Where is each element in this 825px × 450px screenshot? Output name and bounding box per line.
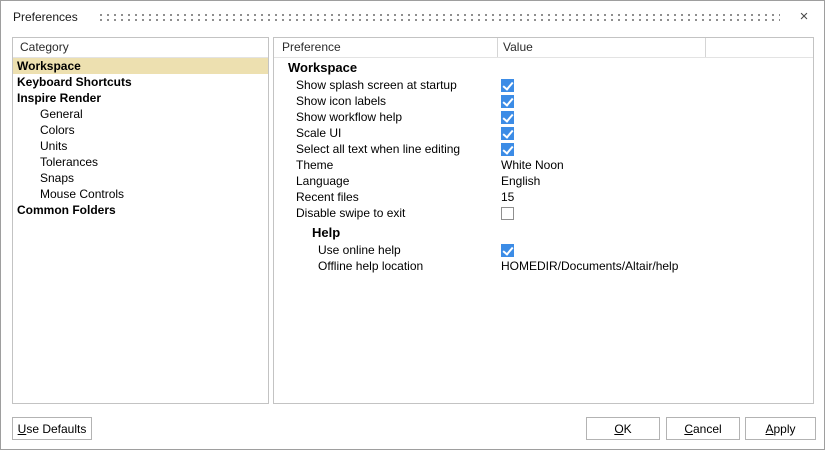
category-item-colors[interactable]: Colors: [13, 122, 268, 138]
category-item-keyboard-shortcuts[interactable]: Keyboard Shortcuts: [13, 74, 268, 90]
dialog-title: Preferences: [13, 10, 78, 24]
value-offline-help-location[interactable]: HOMEDIR/Documents/Altair/help: [501, 259, 678, 273]
value-language[interactable]: English: [501, 174, 540, 188]
cancel-button[interactable]: Cancel: [666, 417, 740, 440]
category-item-units[interactable]: Units: [13, 138, 268, 154]
title-bar[interactable]: Preferences ×: [1, 1, 824, 33]
pref-row-disable-swipe: Disable swipe to exit: [274, 205, 813, 221]
pref-row-offline-help-location: Offline help location HOMEDIR/Documents/…: [274, 258, 813, 274]
checkbox-show-splash-screen[interactable]: [501, 79, 514, 92]
pref-row-select-all-text: Select all text when line editing: [274, 141, 813, 157]
category-item-workspace[interactable]: Workspace: [13, 58, 268, 74]
pref-row-show-splash-screen: Show splash screen at startup: [274, 77, 813, 93]
checkbox-disable-swipe[interactable]: [501, 207, 514, 220]
category-item-mouse-controls[interactable]: Mouse Controls: [13, 186, 268, 202]
category-panel: Category Workspace Keyboard Shortcuts In…: [12, 37, 269, 404]
value-theme[interactable]: White Noon: [501, 158, 564, 172]
category-column-header: Category: [13, 38, 268, 58]
use-defaults-button[interactable]: Use Defaults: [12, 417, 92, 440]
category-item-general[interactable]: General: [13, 106, 268, 122]
section-header-help: Help: [274, 223, 813, 242]
empty-column-header: [705, 38, 813, 57]
category-item-common-folders[interactable]: Common Folders: [13, 202, 268, 218]
pref-row-theme: Theme White Noon: [274, 157, 813, 173]
close-icon[interactable]: ×: [796, 9, 812, 25]
checkbox-show-icon-labels[interactable]: [501, 95, 514, 108]
pref-row-use-online-help: Use online help: [274, 242, 813, 258]
pref-row-scale-ui: Scale UI: [274, 125, 813, 141]
section-header-workspace: Workspace: [274, 58, 813, 77]
pref-row-show-icon-labels: Show icon labels: [274, 93, 813, 109]
checkbox-select-all-text[interactable]: [501, 143, 514, 156]
category-item-inspire-render[interactable]: Inspire Render: [13, 90, 268, 106]
checkbox-use-online-help[interactable]: [501, 244, 514, 257]
pref-row-recent-files: Recent files 15: [274, 189, 813, 205]
value-column-header: Value: [497, 38, 705, 57]
checkbox-show-workflow-help[interactable]: [501, 111, 514, 124]
value-recent-files[interactable]: 15: [501, 190, 514, 204]
preferences-dialog: Preferences × Category Workspace Keyboar…: [0, 0, 825, 450]
preference-column-header: Preference: [274, 38, 497, 57]
ok-button[interactable]: OK: [586, 417, 660, 440]
checkbox-scale-ui[interactable]: [501, 127, 514, 140]
drag-handle-dots[interactable]: [100, 13, 780, 21]
pref-row-show-workflow-help: Show workflow help: [274, 109, 813, 125]
category-item-snaps[interactable]: Snaps: [13, 170, 268, 186]
preference-panel: Preference Value Workspace Show splash s…: [273, 37, 814, 404]
pref-row-language: Language English: [274, 173, 813, 189]
apply-button[interactable]: Apply: [745, 417, 816, 440]
category-item-tolerances[interactable]: Tolerances: [13, 154, 268, 170]
